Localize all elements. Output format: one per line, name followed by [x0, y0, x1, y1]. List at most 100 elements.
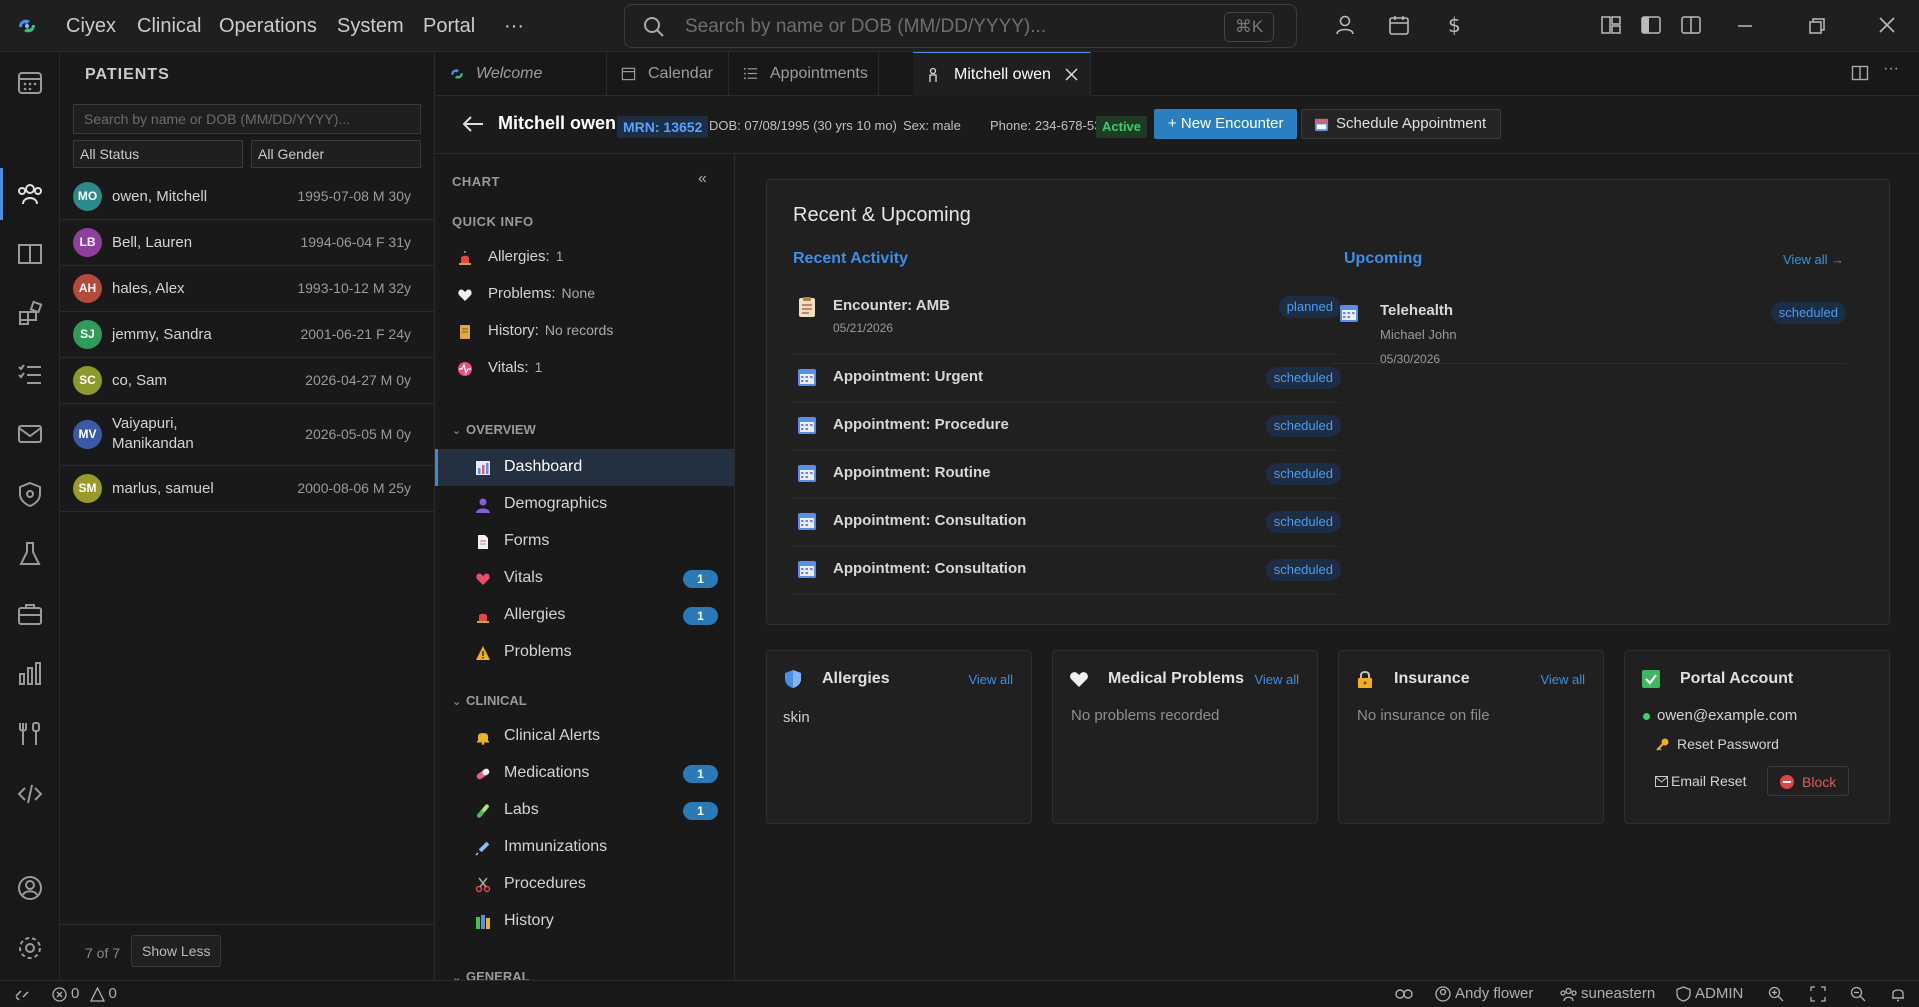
avatar: SC [73, 366, 102, 395]
menu-system[interactable]: System [337, 0, 404, 52]
recent-activity-item[interactable]: Appointment: Consultation scheduled [793, 499, 1341, 547]
zoom-in-icon[interactable] [1768, 986, 1784, 1002]
current-user[interactable]: Andy flower [1435, 981, 1533, 1007]
shield-icon [785, 670, 801, 688]
patient-name: Vaiyapuri, Manikandan [112, 415, 194, 452]
ciyex-logo-icon[interactable] [16, 15, 38, 37]
upcoming-view-all-link[interactable]: View all → [1783, 252, 1844, 267]
bar-chart-icon[interactable] [16, 660, 44, 688]
tab-label: Calendar [648, 65, 713, 82]
layout-grid-icon[interactable] [1600, 14, 1622, 36]
role[interactable]: ADMIN [1676, 981, 1743, 1007]
shield-icon[interactable] [16, 480, 44, 508]
patient-row[interactable]: SC co, Sam 2026-04-27 M 0y [60, 358, 435, 404]
gender-filter-select[interactable]: All Gender [251, 140, 421, 168]
clinical-section-header[interactable]: ⌄ CLINICAL [452, 693, 527, 708]
email-reset-button[interactable]: Email Reset [1655, 766, 1746, 796]
briefcase-icon[interactable] [16, 600, 44, 628]
patient-name: Bell, Lauren [112, 234, 193, 251]
toggle-panel-icon[interactable] [1680, 14, 1702, 36]
problems-view-all-link[interactable]: View all [1254, 672, 1299, 687]
ciyex-logo-icon [451, 69, 463, 79]
tab-patient-chart[interactable]: Mitchell owen [913, 52, 1091, 97]
copilot-icon[interactable] [1395, 981, 1417, 1007]
mail-icon[interactable] [16, 420, 44, 448]
show-less-button[interactable]: Show Less [131, 935, 222, 967]
patient-search-input[interactable]: Search by name or DOB (MM/DD/YYYY)... [73, 104, 421, 134]
nav-problems[interactable]: Problems [435, 634, 734, 671]
more-actions-icon[interactable]: ··· [1883, 60, 1899, 78]
close-window-icon[interactable] [1878, 16, 1896, 34]
recent-activity-item[interactable]: Appointment: Routine scheduled [793, 451, 1341, 499]
patient-row[interactable]: AH hales, Alex 1993-10-12 M 32y [60, 266, 435, 312]
menu-portal[interactable]: Portal [423, 0, 475, 52]
restore-icon[interactable] [1808, 17, 1826, 35]
toggle-sidebar-icon[interactable] [1640, 14, 1662, 36]
menu-clinical[interactable]: Clinical [137, 0, 201, 52]
problems-status[interactable]: 0 0 [52, 981, 117, 1007]
warning-count: 0 [108, 985, 117, 1002]
recent-activity-item[interactable]: Encounter: AMB 05/21/2026 planned [793, 284, 1341, 355]
checklist-icon[interactable] [16, 360, 44, 388]
tab-calendar[interactable]: Calendar [607, 52, 729, 96]
nav-clinical-alerts[interactable]: Clinical Alerts [435, 718, 734, 755]
zoom-out-icon[interactable] [1850, 986, 1866, 1002]
nav-vitals[interactable]: Vitals 1 [435, 560, 734, 597]
back-arrow-icon[interactable] [461, 112, 485, 136]
status-filter-select[interactable]: All Status [73, 140, 243, 168]
email-reset-label: Email Reset [1671, 773, 1747, 789]
patients-icon[interactable] [16, 180, 44, 208]
nav-forms[interactable]: Forms [435, 523, 734, 560]
account-icon[interactable] [16, 874, 44, 902]
extensions-icon[interactable] [16, 300, 44, 328]
notifications-bell-icon[interactable] [1890, 986, 1906, 1002]
recent-activity-item[interactable]: Appointment: Urgent scheduled [793, 355, 1341, 403]
general-section-header[interactable]: ⌄ GENERAL [452, 969, 530, 980]
tools-icon[interactable] [16, 720, 44, 748]
reset-password-button[interactable]: Reset Password [1655, 729, 1779, 759]
nav-labs[interactable]: Labs 1 [435, 792, 734, 829]
nav-procedures[interactable]: Procedures [435, 866, 734, 903]
upcoming-item[interactable]: Telehealth Michael John 05/30/2026 sched… [1334, 290, 1846, 366]
nav-history[interactable]: History [435, 903, 734, 940]
organization[interactable]: suneastern [1560, 981, 1655, 1007]
recent-activity-item[interactable]: Appointment: Consultation scheduled [793, 547, 1341, 595]
book-icon[interactable] [16, 240, 44, 268]
patient-row[interactable]: SJ jemmy, Sandra 2001-06-21 F 24y [60, 312, 435, 358]
nav-allergies[interactable]: Allergies 1 [435, 597, 734, 634]
collapse-chart-button[interactable]: « [698, 170, 707, 188]
nav-immunizations[interactable]: Immunizations [435, 829, 734, 866]
tab-welcome[interactable]: Welcome [435, 52, 607, 96]
lab-flask-icon[interactable] [16, 540, 44, 568]
patient-row[interactable]: SM marlus, samuel 2000-08-06 M 25y [60, 466, 435, 512]
patient-row[interactable]: LB Bell, Lauren 1994-06-04 F 31y [60, 220, 435, 266]
recent-activity-item[interactable]: Appointment: Procedure scheduled [793, 403, 1341, 451]
overview-section-header[interactable]: ⌄ OVERVIEW [452, 422, 536, 437]
split-editor-icon[interactable] [1851, 64, 1869, 82]
tab-appointments[interactable]: Appointments [729, 52, 879, 96]
remote-icon[interactable] [14, 981, 34, 1007]
fullscreen-icon[interactable] [1810, 986, 1826, 1002]
menu-more[interactable]: ··· [504, 0, 524, 52]
minimize-icon[interactable] [1736, 19, 1754, 33]
close-tab-icon[interactable] [1065, 68, 1078, 81]
code-icon[interactable] [16, 780, 44, 808]
dollar-icon[interactable]: $ [1443, 14, 1465, 36]
allergies-view-all-link[interactable]: View all [968, 672, 1013, 687]
menu-ciyex[interactable]: Ciyex [66, 0, 116, 52]
patient-row[interactable]: MV Vaiyapuri, Manikandan 2026-05-05 M 0y [60, 404, 435, 466]
patient-row[interactable]: MO owen, Mitchell 1995-07-08 M 30y [60, 174, 435, 220]
insurance-view-all-link[interactable]: View all [1540, 672, 1585, 687]
calendar-grid-icon[interactable] [16, 68, 44, 96]
menu-operations[interactable]: Operations [219, 0, 317, 52]
block-button[interactable]: Block [1767, 766, 1850, 796]
user-icon[interactable] [1334, 14, 1356, 36]
settings-gear-icon[interactable] [16, 934, 44, 962]
nav-demographics[interactable]: Demographics [435, 486, 734, 523]
calendar-icon[interactable] [1388, 14, 1410, 36]
nav-medications[interactable]: Medications 1 [435, 755, 734, 792]
global-search-input[interactable]: Search by name or DOB (MM/DD/YYYY)... ⌘K [624, 4, 1297, 48]
new-encounter-button[interactable]: + New Encounter [1154, 109, 1298, 139]
schedule-appointment-button[interactable]: Schedule Appointment [1301, 109, 1502, 139]
nav-dashboard[interactable]: Dashboard [435, 449, 734, 486]
